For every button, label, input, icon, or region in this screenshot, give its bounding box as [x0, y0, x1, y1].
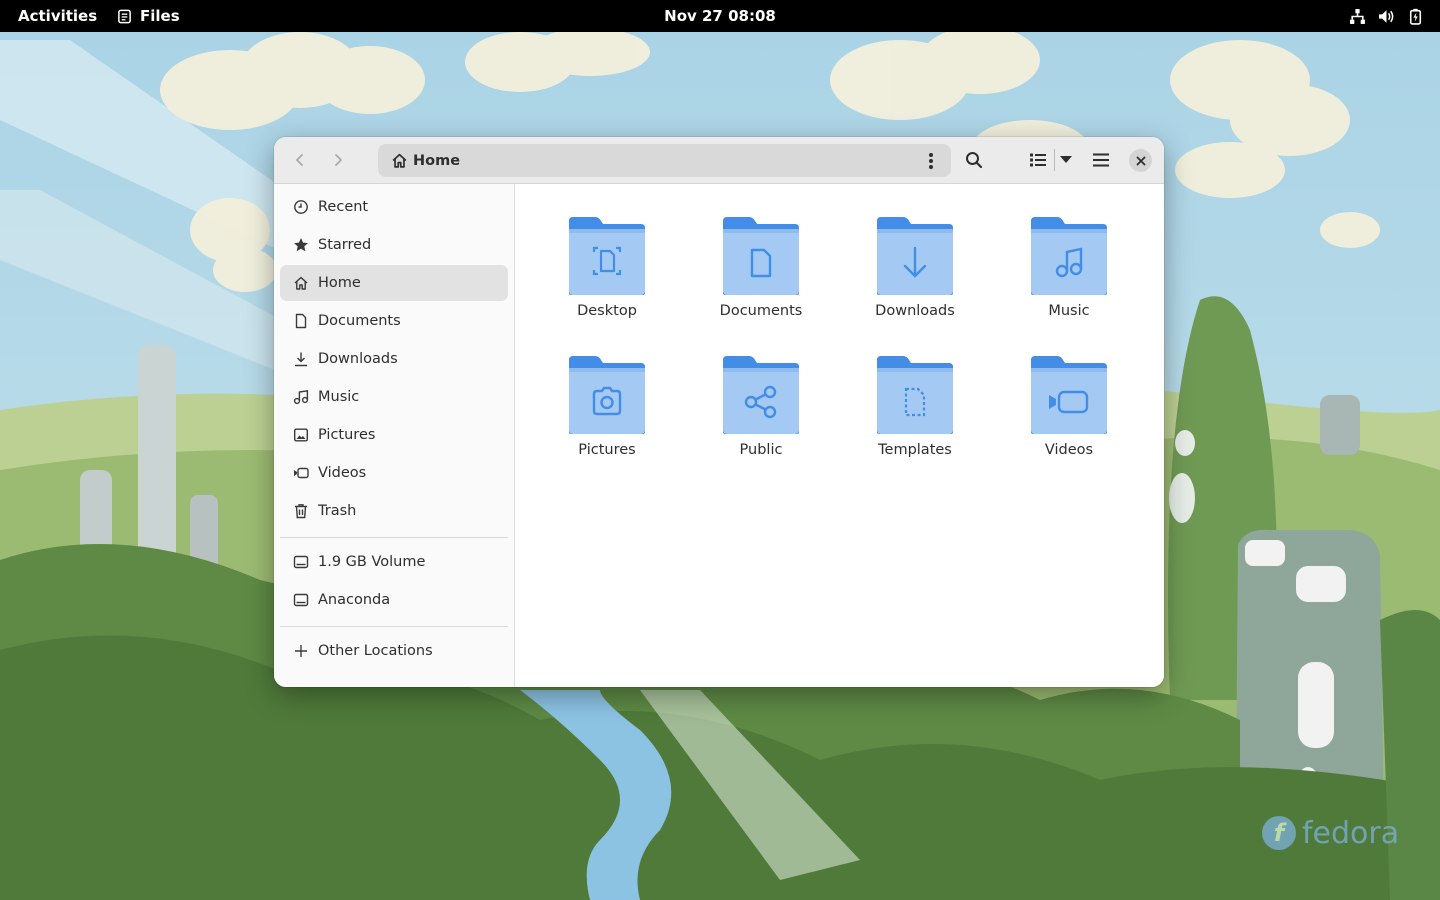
- sidebar-item-home[interactable]: Home: [280, 265, 508, 301]
- sidebar-item-downloads[interactable]: Downloads: [280, 341, 508, 377]
- folder-label: Pictures: [578, 442, 636, 458]
- folder-templates[interactable]: Templates: [855, 354, 975, 476]
- sidebar-item-recent[interactable]: Recent: [280, 189, 508, 225]
- folder-label: Downloads: [875, 303, 955, 319]
- drive-icon: [293, 555, 309, 569]
- sidebar-item-starred[interactable]: Starred: [280, 227, 508, 263]
- search-icon: [966, 152, 983, 169]
- sidebar-item-documents[interactable]: Documents: [280, 303, 508, 339]
- folder-label: Documents: [719, 303, 803, 319]
- folder-downloads[interactable]: Downloads: [855, 215, 975, 337]
- star-icon: [294, 238, 308, 252]
- folder-pictures[interactable]: Pictures: [547, 354, 667, 476]
- sidebar-item-label: Other Locations: [318, 643, 433, 659]
- folder-view: Desktop Documents Downloads Music Pictur…: [515, 184, 1164, 687]
- public-folder-icon: [723, 356, 799, 434]
- app-menu-label: Files: [140, 7, 180, 25]
- sidebar-separator: [280, 626, 508, 627]
- pictures-folder-icon: [569, 356, 645, 434]
- home-icon: [392, 153, 407, 168]
- chevron-down-icon: [1060, 156, 1072, 163]
- folder-videos[interactable]: Videos: [1009, 354, 1129, 476]
- system-status-area[interactable]: [1349, 0, 1424, 32]
- videos-folder-icon: [1031, 356, 1107, 434]
- kebab-menu-icon: [929, 152, 933, 169]
- path-bar[interactable]: Home: [378, 144, 951, 177]
- folder-documents[interactable]: Documents: [701, 215, 821, 337]
- music-icon: [293, 389, 309, 405]
- back-arrow-icon: [296, 154, 303, 166]
- folder-label: Templates: [878, 442, 952, 458]
- sidebar-item-label: Documents: [318, 313, 401, 329]
- view-toggle-button[interactable]: [1024, 144, 1052, 176]
- clock-icon: [294, 200, 308, 214]
- sidebar-item-pictures[interactable]: Pictures: [280, 417, 508, 453]
- sidebar-item-label: Trash: [318, 503, 357, 519]
- folder-label: Videos: [1044, 442, 1094, 458]
- document-icon: [295, 313, 307, 329]
- sidebar-item-label: Recent: [318, 199, 369, 215]
- sidebar-item-label: 1.9 GB Volume: [318, 554, 426, 570]
- search-button[interactable]: [958, 144, 990, 176]
- files-app-icon: [118, 9, 131, 23]
- folder-label: Music: [1048, 303, 1090, 319]
- download-icon: [295, 352, 307, 367]
- sidebar-item-volume[interactable]: 1.9 GB Volume: [280, 544, 508, 580]
- music-folder-icon: [1031, 217, 1107, 295]
- battery-icon: [1409, 8, 1422, 25]
- sidebar-item-label: Downloads: [318, 351, 398, 367]
- main-menu-button[interactable]: [1086, 144, 1116, 176]
- forward-arrow-icon: [335, 154, 342, 166]
- folder-label: Public: [739, 442, 783, 458]
- files-window: Home Recent Starred Home Documents Downl…: [274, 137, 1164, 687]
- trash-icon: [295, 504, 307, 519]
- folder-label: Desktop: [577, 303, 637, 319]
- folder-public[interactable]: Public: [701, 354, 821, 476]
- sidebar-item-label: Starred: [318, 237, 372, 253]
- path-home-label: Home: [413, 152, 461, 169]
- sidebar-item-label: Anaconda: [318, 592, 391, 608]
- sidebar-item-anaconda[interactable]: Anaconda: [280, 582, 508, 618]
- activities-button[interactable]: Activities: [18, 0, 97, 32]
- sidebar-item-label: Videos: [318, 465, 367, 481]
- fedora-logo: f fedora: [1262, 812, 1399, 854]
- close-button[interactable]: [1129, 149, 1152, 172]
- volume-icon: [1379, 9, 1394, 23]
- header-bar: Home: [274, 137, 1164, 184]
- documents-folder-icon: [723, 217, 799, 295]
- forward-button[interactable]: [322, 144, 354, 176]
- templates-folder-icon: [877, 356, 953, 434]
- video-camera-icon: [294, 467, 309, 479]
- sidebar-item-other-locations[interactable]: Other Locations: [280, 633, 508, 669]
- view-options-button[interactable]: [1056, 144, 1076, 176]
- sidebar-item-label: Music: [318, 389, 360, 405]
- places-sidebar: Recent Starred Home Documents Downloads …: [274, 184, 515, 687]
- sidebar-item-label: Pictures: [318, 427, 376, 443]
- home-icon: [294, 276, 308, 290]
- downloads-folder-icon: [877, 217, 953, 295]
- folder-music[interactable]: Music: [1009, 215, 1129, 337]
- network-wired-icon: [1350, 8, 1365, 24]
- sidebar-item-music[interactable]: Music: [280, 379, 508, 415]
- plus-icon: [295, 645, 307, 657]
- sidebar-item-label: Home: [318, 275, 361, 291]
- sidebar-item-videos[interactable]: Videos: [280, 455, 508, 491]
- desktop-folder-icon: [569, 217, 645, 295]
- close-icon: [1136, 156, 1145, 165]
- app-menu-button[interactable]: Files: [117, 0, 180, 32]
- list-view-icon: [1030, 153, 1046, 167]
- folder-desktop[interactable]: Desktop: [547, 215, 667, 337]
- drive-icon: [293, 593, 309, 607]
- clock[interactable]: Nov 27 08:08: [664, 7, 776, 25]
- path-options-button[interactable]: [919, 148, 943, 173]
- sidebar-item-trash[interactable]: Trash: [280, 493, 508, 529]
- back-button[interactable]: [284, 144, 316, 176]
- hamburger-menu-icon: [1093, 153, 1109, 167]
- fedora-logo-text: fedora: [1302, 815, 1400, 851]
- top-bar: Activities Files Nov 27 08:08: [0, 0, 1440, 32]
- view-separator: [1054, 149, 1055, 171]
- sidebar-separator: [280, 537, 508, 538]
- fedora-logo-mark: f: [1262, 816, 1296, 850]
- image-icon: [294, 428, 309, 442]
